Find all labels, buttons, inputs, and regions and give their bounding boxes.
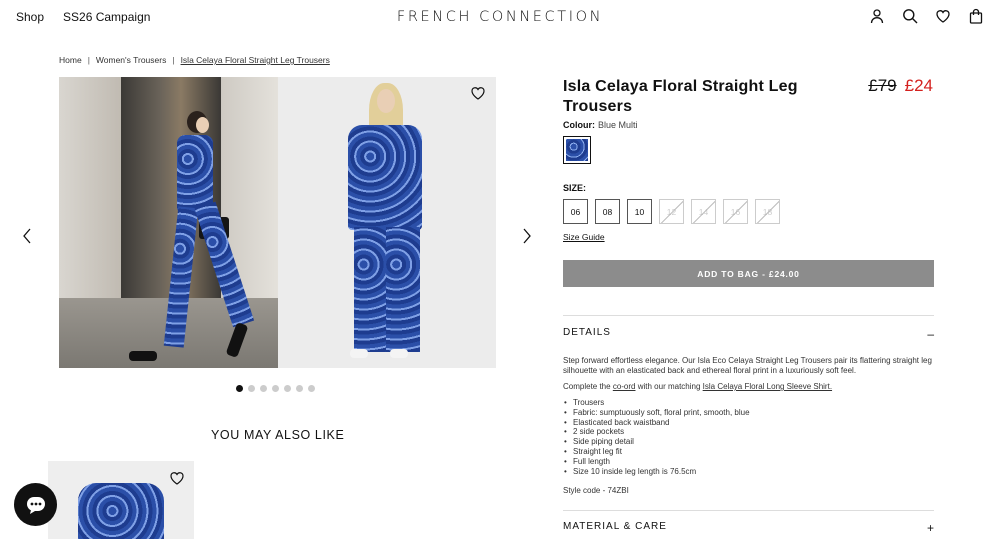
details-bullet: Full length: [563, 457, 934, 467]
size-selector: 06 08 10 12 14 16 18: [563, 199, 780, 224]
model-leg-right: [386, 227, 420, 352]
details-bullet: Side piping detail: [563, 437, 934, 447]
size-option-06[interactable]: 06: [563, 199, 588, 224]
gallery-dot[interactable]: [284, 385, 291, 392]
colour-swatch-blue-multi[interactable]: [563, 136, 591, 164]
colour-label: Colour:: [563, 120, 595, 130]
chat-button[interactable]: [14, 483, 57, 526]
recommended-product-image: [78, 483, 164, 539]
product-title: Isla Celaya Floral Straight Leg Trousers: [563, 78, 798, 115]
heart-icon[interactable]: [169, 470, 185, 486]
collapse-icon[interactable]: –: [927, 327, 934, 341]
add-to-bag-button[interactable]: ADD TO BAG - £24.00: [563, 260, 934, 287]
product-image-gallery[interactable]: [59, 77, 496, 368]
model-leg-left: [354, 227, 386, 352]
size-guide-link[interactable]: Size Guide: [563, 232, 605, 242]
size-option-10[interactable]: 10: [627, 199, 652, 224]
model-head: [196, 117, 209, 133]
chevron-left-icon[interactable]: [22, 228, 32, 244]
search-icon[interactable]: [902, 8, 918, 24]
material-care-heading: MATERIAL & CARE: [563, 521, 667, 532]
header-actions: [869, 8, 984, 24]
breadcrumb-home[interactable]: Home: [59, 55, 82, 65]
model-shirt: [348, 125, 422, 230]
product-photo-studio: [278, 77, 496, 368]
gallery-dot[interactable]: [248, 385, 255, 392]
size-option-18: 18: [755, 199, 780, 224]
colour-value: Blue Multi: [598, 120, 638, 130]
size-label: SIZE:: [563, 183, 587, 193]
details-bullet-list: TrousersFabric: sumptuously soft, floral…: [563, 398, 934, 476]
account-icon[interactable]: [869, 8, 885, 24]
bag-icon[interactable]: [968, 8, 984, 24]
product-price: £79 £24: [868, 76, 933, 96]
size-option-16: 16: [723, 199, 748, 224]
wishlist-icon[interactable]: [935, 8, 951, 24]
gallery-dot[interactable]: [308, 385, 315, 392]
details-content: Step forward effortless elegance. Our Is…: [563, 356, 934, 476]
matching-shirt-link[interactable]: Isla Celaya Floral Long Sleeve Shirt.: [703, 382, 832, 391]
brand-logo[interactable]: FRENCH CONNECTION: [0, 9, 1000, 25]
breadcrumb-category[interactable]: Women's Trousers: [96, 55, 166, 65]
coord-link[interactable]: co-ord: [613, 382, 636, 391]
model-shoe-left: [350, 349, 368, 358]
heart-icon[interactable]: [470, 85, 486, 101]
details-bullet: Elasticated back waistband: [563, 418, 934, 428]
gallery-dot[interactable]: [296, 385, 303, 392]
size-option-14: 14: [691, 199, 716, 224]
colour-row: Colour: Blue Multi: [563, 120, 638, 130]
model-head: [377, 89, 395, 113]
recommended-product-card[interactable]: [48, 461, 194, 539]
model-shoe-left: [129, 351, 157, 361]
gallery-pagination: [236, 385, 315, 392]
divider: [563, 510, 934, 511]
expand-icon[interactable]: +: [927, 521, 934, 535]
divider: [563, 315, 934, 316]
details-bullet: Straight leg fit: [563, 447, 934, 457]
details-accordion-header[interactable]: DETAILS –: [563, 327, 934, 341]
gallery-dot[interactable]: [260, 385, 267, 392]
coord-text: Complete the: [563, 382, 613, 391]
details-heading: DETAILS: [563, 327, 611, 338]
recommendations-heading: YOU MAY ALSO LIKE: [211, 428, 345, 442]
style-code: Style code - 74ZBI: [563, 486, 629, 495]
details-bullet: Size 10 inside leg length is 76.5cm: [563, 467, 934, 477]
details-intro: Step forward effortless elegance. Our Is…: [563, 356, 932, 375]
site-header: Shop SS26 Campaign FRENCH CONNECTION: [0, 0, 1000, 34]
material-care-accordion-header[interactable]: MATERIAL & CARE +: [563, 521, 934, 535]
details-bullet: Trousers: [563, 398, 934, 408]
price-was: £79: [868, 76, 897, 95]
gallery-dot[interactable]: [236, 385, 243, 392]
chat-icon: [26, 496, 45, 514]
size-option-08[interactable]: 08: [595, 199, 620, 224]
details-bullet: 2 side pockets: [563, 427, 934, 437]
chevron-right-icon[interactable]: [522, 228, 532, 244]
gallery-dot[interactable]: [272, 385, 279, 392]
coord-text: with our matching: [635, 382, 703, 391]
price-now: £24: [904, 76, 933, 95]
product-photo-street: [59, 77, 278, 368]
details-bullet: Fabric: sumptuously soft, floral print, …: [563, 408, 934, 418]
details-coord: Complete the co-ord with our matching Is…: [563, 382, 934, 392]
size-option-12: 12: [659, 199, 684, 224]
breadcrumb-separator: |: [172, 55, 175, 65]
swatch-pattern: [566, 139, 588, 161]
breadcrumb-current[interactable]: Isla Celaya Floral Straight Leg Trousers: [181, 55, 330, 65]
breadcrumb-separator: |: [87, 55, 90, 65]
model-shoe-right: [390, 349, 408, 358]
breadcrumb: Home | Women's Trousers | Isla Celaya Fl…: [59, 55, 330, 65]
